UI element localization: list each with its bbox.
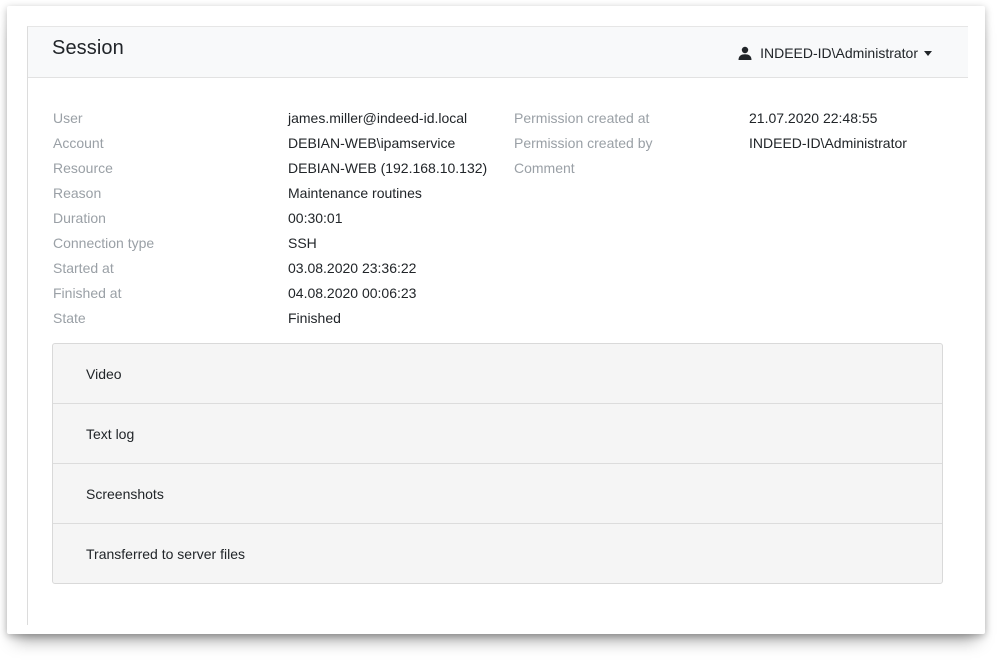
detail-value: 00:30:01 — [288, 209, 343, 226]
detail-label: Duration — [53, 209, 106, 226]
detail-label: Reason — [53, 184, 102, 201]
detail-label: Permission created by — [514, 134, 653, 151]
detail-label: Comment — [514, 159, 575, 176]
detail-row-permission-created-by: Permission created by INDEED-ID\Administ… — [514, 130, 907, 155]
session-details-left: User james.miller@indeed-id.local Accoun… — [53, 105, 487, 330]
session-artifacts-accordion: Video Text log Screenshots Transferred t… — [52, 343, 943, 584]
detail-label: Permission created at — [514, 109, 650, 126]
detail-value: INDEED-ID\Administrator — [749, 134, 907, 151]
accordion-item-video[interactable]: Video — [53, 344, 942, 404]
window-frame: Session INDEED-ID\Administrator User jam… — [7, 6, 985, 634]
caret-down-icon — [924, 51, 932, 56]
session-page: Session INDEED-ID\Administrator User jam… — [27, 26, 968, 625]
detail-row-state: State Finished — [53, 305, 487, 330]
accordion-item-screenshots[interactable]: Screenshots — [53, 464, 942, 524]
detail-row-started-at: Started at 03.08.2020 23:36:22 — [53, 255, 487, 280]
detail-value: 04.08.2020 00:06:23 — [288, 284, 417, 301]
user-menu-dropdown[interactable]: INDEED-ID\Administrator — [738, 45, 932, 61]
detail-row-comment: Comment — [514, 155, 907, 180]
detail-value: Maintenance routines — [288, 184, 422, 201]
detail-row-finished-at: Finished at 04.08.2020 00:06:23 — [53, 280, 487, 305]
page-header: Session INDEED-ID\Administrator — [28, 27, 968, 78]
detail-value: SSH — [288, 234, 317, 251]
session-details-right: Permission created at 21.07.2020 22:48:5… — [514, 105, 907, 180]
detail-label: Finished at — [53, 284, 122, 301]
user-menu-label: INDEED-ID\Administrator — [760, 45, 918, 61]
detail-value: james.miller@indeed-id.local — [288, 109, 468, 126]
detail-value: 21.07.2020 22:48:55 — [749, 109, 878, 126]
detail-label: Resource — [53, 159, 113, 176]
detail-row-account: Account DEBIAN-WEB\ipamservice — [53, 130, 487, 155]
detail-row-duration: Duration 00:30:01 — [53, 205, 487, 230]
detail-label: Connection type — [53, 234, 155, 251]
detail-label: Account — [53, 134, 104, 151]
accordion-item-transferred-files[interactable]: Transferred to server files — [53, 524, 942, 583]
page-title: Session — [52, 37, 124, 59]
detail-row-permission-created-at: Permission created at 21.07.2020 22:48:5… — [514, 105, 907, 130]
accordion-item-text-log[interactable]: Text log — [53, 404, 942, 464]
detail-row-connection-type: Connection type SSH — [53, 230, 487, 255]
detail-label: User — [53, 109, 83, 126]
detail-value: DEBIAN-WEB\ipamservice — [288, 134, 456, 151]
detail-label: State — [53, 309, 86, 326]
detail-row-resource: Resource DEBIAN-WEB (192.168.10.132) — [53, 155, 487, 180]
detail-row-reason: Reason Maintenance routines — [53, 180, 487, 205]
detail-value: Finished — [288, 309, 341, 326]
detail-label: Started at — [53, 259, 114, 276]
detail-row-user: User james.miller@indeed-id.local — [53, 105, 487, 130]
user-icon — [738, 46, 752, 60]
detail-value: 03.08.2020 23:36:22 — [288, 259, 417, 276]
detail-value: DEBIAN-WEB (192.168.10.132) — [288, 159, 488, 176]
